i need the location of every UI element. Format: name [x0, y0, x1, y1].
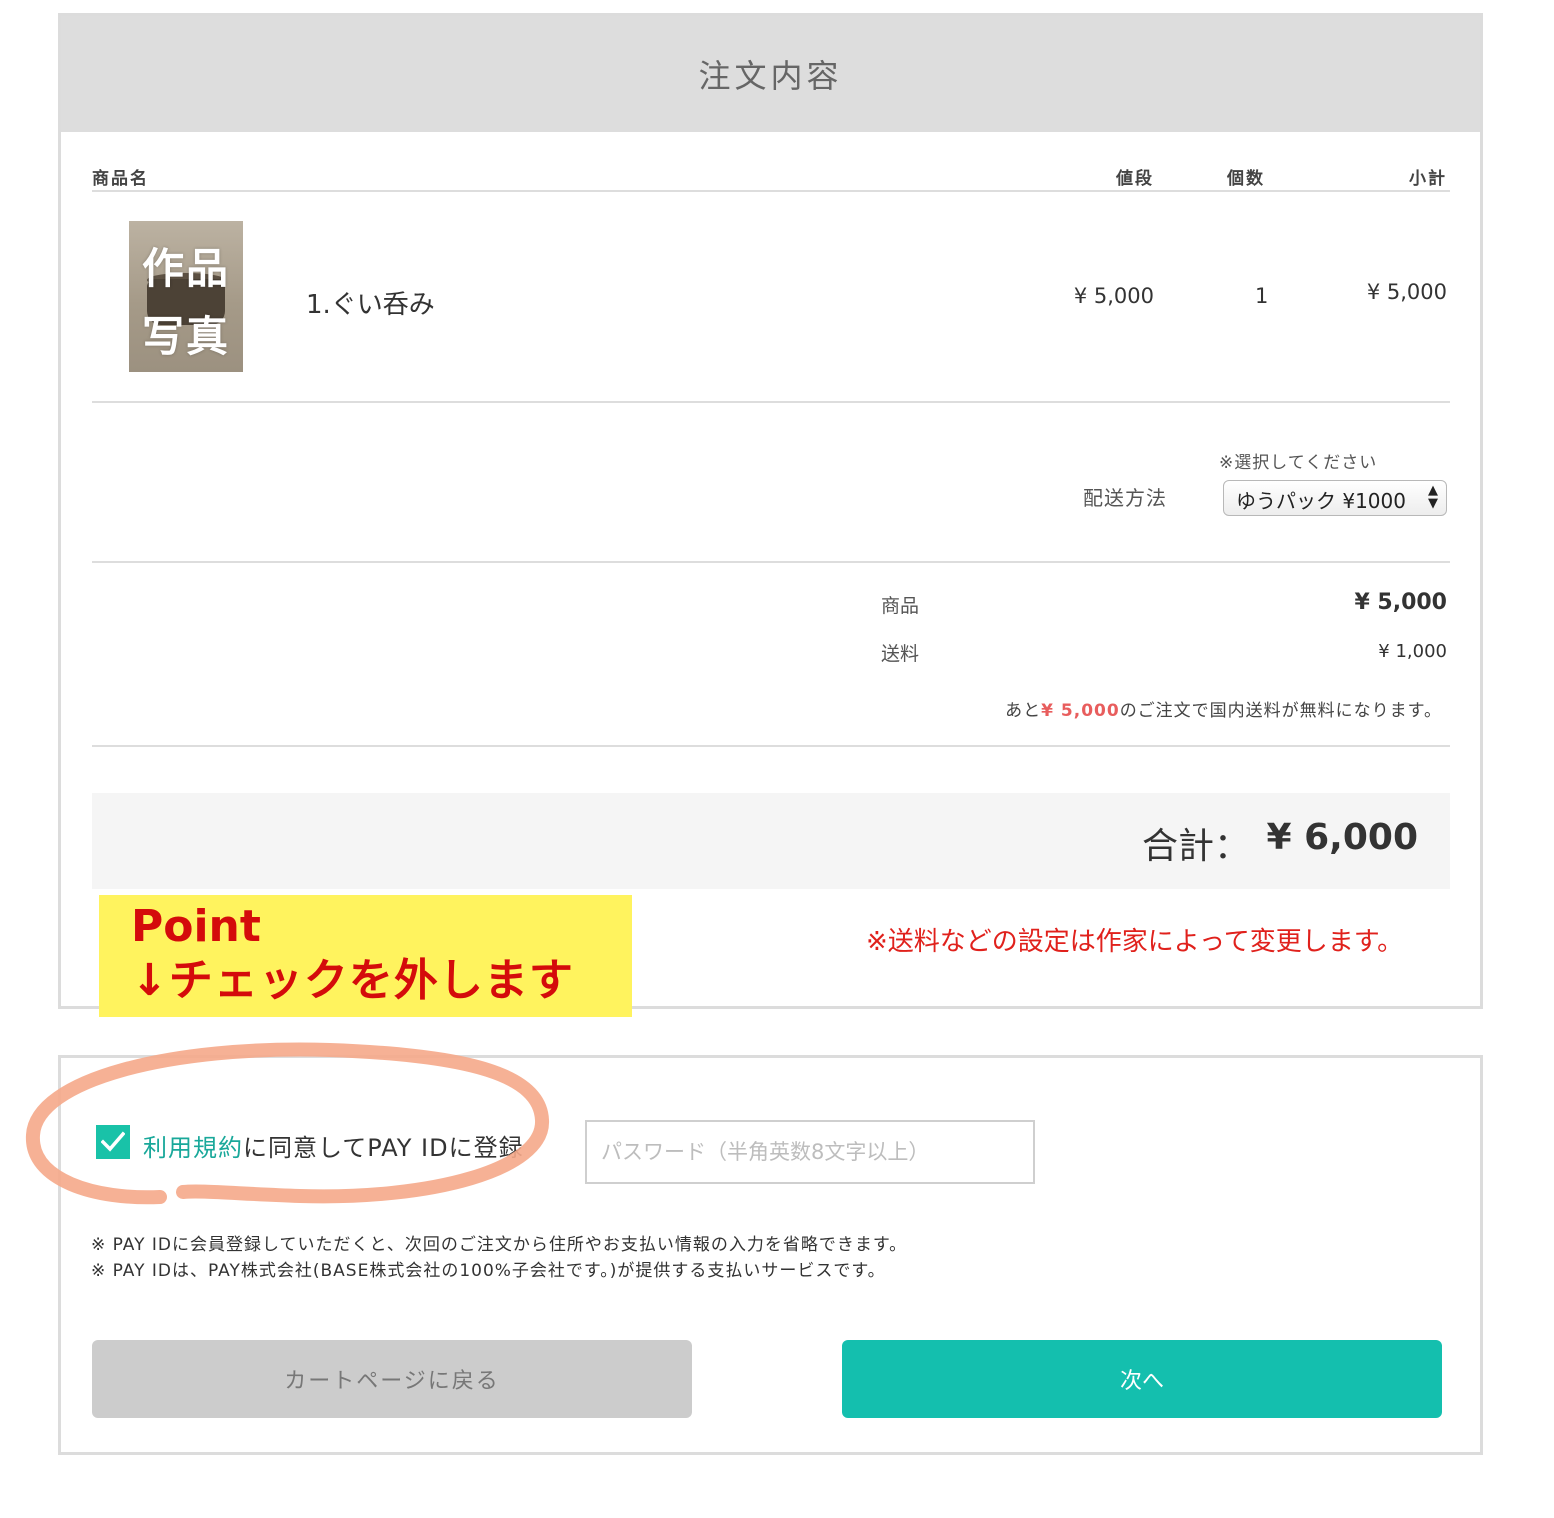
product-name[interactable]: 1.ぐい呑み: [306, 284, 435, 321]
total-bar: 合計： ¥ 6,000: [92, 793, 1450, 889]
shipping-method-label: 配送方法: [1083, 486, 1167, 510]
select-arrows-icon: ▲ ▼: [1428, 483, 1438, 511]
order-summary-panel: 注文内容 商品名 値段 個数 小計 作品 写真 1.ぐい呑み ¥ 5,000 1…: [58, 13, 1483, 1009]
shipping-change-note: ※送料などの設定は作家によって変更します。: [866, 927, 1404, 957]
shipping-fee-value: ¥ 1,000: [1378, 641, 1447, 662]
pay-id-register-checkbox[interactable]: [96, 1125, 130, 1159]
item-price: ¥ 5,000: [1073, 284, 1154, 308]
product-image[interactable]: 作品 写真: [129, 221, 243, 372]
column-header-name: 商品名: [92, 169, 149, 189]
goods-label: 商品: [881, 595, 920, 617]
point-title: Point: [131, 901, 261, 952]
pay-id-register-panel: 利用規約に同意してPAY IDに登録 ※ PAY IDに会員登録していただくと、…: [58, 1055, 1483, 1455]
terms-link[interactable]: 利用規約: [143, 1134, 243, 1162]
order-title-bar: 注文内容: [61, 16, 1480, 132]
checkmark-icon: [101, 1131, 125, 1152]
point-annotation: Point ↓チェックを外します: [99, 895, 632, 1017]
image-caption-bottom: 写真: [141, 312, 230, 361]
next-button[interactable]: 次へ: [842, 1340, 1442, 1418]
divider: [92, 190, 1450, 192]
item-quantity: 1: [1255, 284, 1269, 308]
shipping-selected-value: ゆうパック ¥1000: [1236, 489, 1406, 513]
column-header-price: 値段: [1116, 169, 1154, 189]
point-text: ↓チェックを外します: [131, 955, 574, 1006]
back-to-cart-button[interactable]: カートページに戻る: [92, 1340, 692, 1418]
shipping-method-select[interactable]: ゆうパック ¥1000 ▲ ▼: [1223, 480, 1447, 516]
divider: [92, 401, 1450, 403]
consent-text: に同意してPAY IDに登録: [243, 1134, 524, 1162]
consent-label: 利用規約に同意してPAY IDに登録: [143, 1128, 524, 1163]
column-header-subtotal: 小計: [1409, 169, 1447, 189]
total-value: ¥ 6,000: [1266, 817, 1418, 858]
password-input[interactable]: [585, 1120, 1035, 1184]
divider: [92, 561, 1450, 563]
pay-id-note-1: ※ PAY IDに会員登録していただくと、次回のご注文から住所やお支払い情報の入…: [91, 1235, 908, 1255]
shipping-select-note: ※選択してください: [1219, 453, 1378, 473]
order-title: 注文内容: [698, 57, 843, 95]
goods-value: ¥ 5,000: [1354, 590, 1447, 615]
pay-id-note-2: ※ PAY IDは、PAY株式会社(BASE株式会社の100%子会社です。)が提…: [91, 1261, 886, 1281]
item-subtotal: ¥ 5,000: [1366, 280, 1447, 304]
column-header-qty: 個数: [1227, 169, 1265, 189]
free-shipping-amount: ¥ 5,000: [1041, 701, 1120, 721]
free-shipping-note: あと¥ 5,000のご注文で国内送料が無料になります。: [1005, 701, 1442, 721]
image-caption-top: 作品: [141, 244, 230, 293]
shipping-fee-label: 送料: [881, 643, 920, 665]
divider: [92, 745, 1450, 747]
total-label: 合計：: [1141, 826, 1250, 867]
